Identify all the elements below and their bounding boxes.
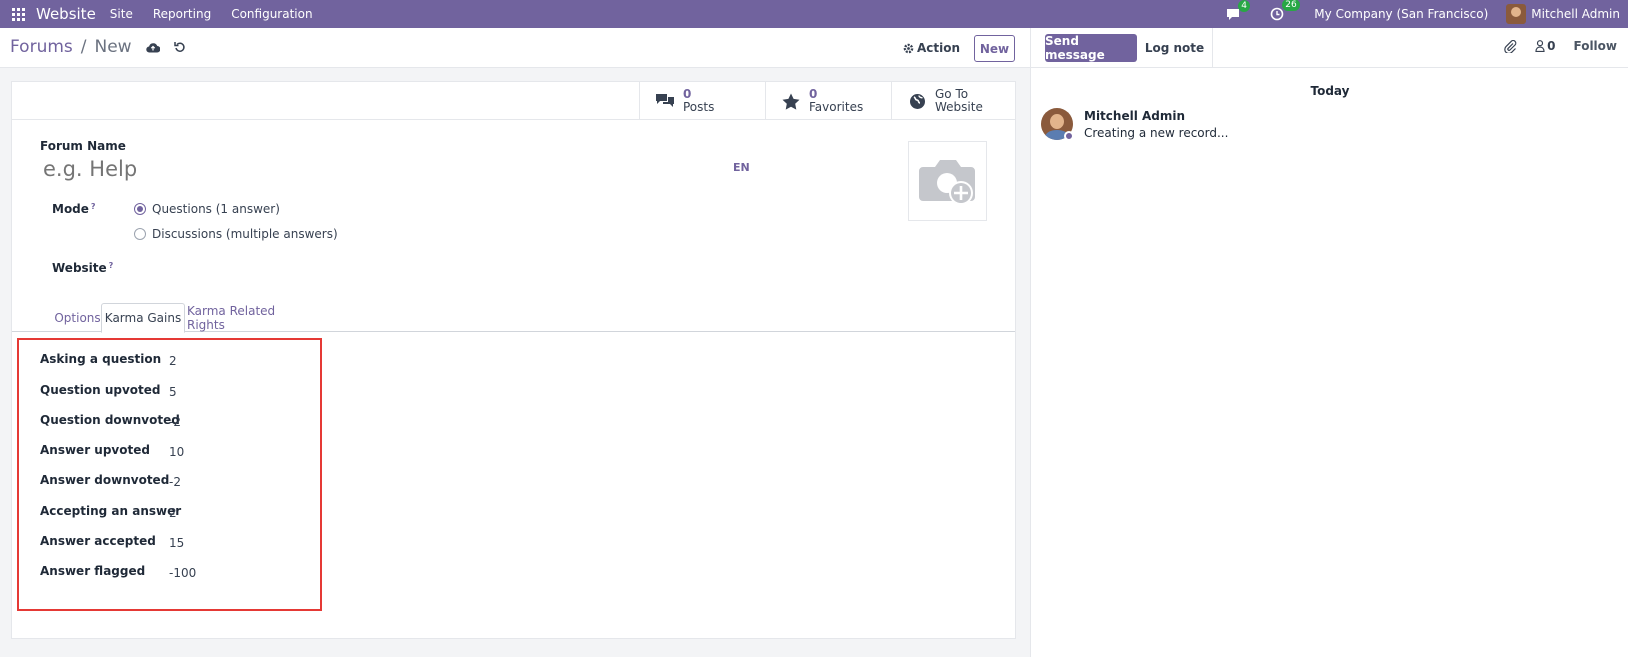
go-to-label: Go To <box>935 87 969 101</box>
menu-configuration[interactable]: Configuration <box>231 7 312 21</box>
activities-badge: 26 <box>1282 0 1300 11</box>
forum-image-upload[interactable] <box>908 141 987 221</box>
karma-asking-question-input[interactable]: 2 <box>169 354 177 368</box>
breadcrumb: Forums / New <box>10 37 186 57</box>
karma-answer-downvoted-input[interactable]: -2 <box>169 475 181 489</box>
forum-name-input[interactable] <box>43 157 723 181</box>
online-status-dot <box>1064 131 1074 141</box>
tab-karma-related-rights[interactable]: Karma Related Rights <box>187 303 311 332</box>
chatter-actions: 0 Follow <box>1504 39 1617 53</box>
mode-option-questions-label: Questions (1 answer) <box>152 202 280 216</box>
followers-button[interactable]: 0 <box>1535 39 1555 53</box>
star-icon <box>780 93 802 110</box>
tab-karma-gains[interactable]: Karma Gains <box>101 303 185 333</box>
save-cloud-icon[interactable] <box>145 42 160 53</box>
karma-answer-flagged-label: Answer flagged <box>40 564 146 578</box>
comments-icon <box>654 93 676 109</box>
message-body: Creating a new record... <box>1084 126 1229 140</box>
karma-answer-upvoted-input[interactable]: 10 <box>169 445 184 459</box>
form-sheet: 0 Posts 0 Favorites Go To Website Forum Nam… <box>11 81 1016 639</box>
user-menu[interactable]: Mitchell Admin <box>1506 4 1620 24</box>
chatter-panel: Send message Log note 0 Follow Today Mit… <box>1030 28 1628 657</box>
breadcrumb-current: New <box>94 37 132 57</box>
mode-option-questions[interactable]: Questions (1 answer) <box>134 202 280 216</box>
form-view: 0 Posts 0 Favorites Go To Website Forum Nam… <box>0 68 1030 657</box>
date-separator: Today <box>1310 84 1350 98</box>
radio-unselected[interactable] <box>134 228 146 240</box>
karma-answer-flagged-input[interactable]: -100 <box>169 566 196 580</box>
breadcrumb-separator: / <box>80 37 87 57</box>
go-to-website-button[interactable]: Go To Website <box>891 82 1017 120</box>
posts-label: Posts <box>683 100 715 114</box>
website-help-icon[interactable]: ? <box>109 261 114 270</box>
follow-button[interactable]: Follow <box>1573 39 1617 53</box>
karma-question-upvoted-label: Question upvoted <box>40 383 161 397</box>
user-icon <box>1535 40 1545 52</box>
followers-count: 0 <box>1547 39 1556 53</box>
karma-answer-accepted-input[interactable]: 15 <box>169 536 184 550</box>
karma-question-downvoted-label: Question downvoted <box>40 413 180 427</box>
mode-option-discussions-label: Discussions (multiple answers) <box>152 227 338 241</box>
apps-menu-icon[interactable] <box>0 0 36 28</box>
activities-button[interactable]: 26 <box>1270 0 1300 21</box>
send-message-button[interactable]: Send message <box>1045 34 1137 62</box>
karma-answer-accepted-label: Answer accepted <box>40 534 156 548</box>
radio-selected[interactable] <box>134 203 146 215</box>
messages-badge: 4 <box>1238 0 1251 12</box>
action-button[interactable]: Action <box>903 41 960 55</box>
messages-button[interactable]: 4 <box>1226 0 1251 21</box>
website-label: Website? <box>52 261 114 275</box>
control-panel: Forums / New Action New <box>0 28 1030 68</box>
discard-undo-icon[interactable] <box>173 41 186 53</box>
new-button[interactable]: New <box>974 35 1015 62</box>
karma-question-upvoted-input[interactable]: 5 <box>169 385 177 399</box>
mode-help-icon[interactable]: ? <box>91 202 96 211</box>
favorites-label: Favorites <box>809 100 864 114</box>
menu-site[interactable]: Site <box>110 7 133 21</box>
action-label: Action <box>917 41 961 55</box>
user-name: Mitchell Admin <box>1531 7 1620 21</box>
karma-answer-upvoted-label: Answer upvoted <box>40 443 150 457</box>
add-photo-camera-icon <box>918 160 975 205</box>
karma-accepting-answer-label: Accepting an answer <box>40 504 182 518</box>
top-navbar: Website Site Reporting Configuration 4 2… <box>0 0 1628 28</box>
breadcrumb-forums[interactable]: Forums <box>10 37 73 57</box>
karma-answer-downvoted-label: Answer downvoted <box>40 473 170 487</box>
user-avatar <box>1506 4 1527 24</box>
karma-asking-question-label: Asking a question <box>40 352 162 366</box>
clock-icon <box>1270 7 1284 21</box>
smart-button-box: 0 Posts 0 Favorites Go To Website <box>12 82 1015 120</box>
message-author[interactable]: Mitchell Admin <box>1084 109 1185 123</box>
posts-smart-button[interactable]: 0 Posts <box>639 82 765 120</box>
website-label: Website <box>935 100 983 114</box>
app-name[interactable]: Website <box>36 5 96 23</box>
attachment-paperclip-icon[interactable] <box>1504 39 1517 53</box>
company-switcher[interactable]: My Company (San Francisco) <box>1314 7 1488 21</box>
karma-accepting-answer-input[interactable]: 2 <box>169 506 177 520</box>
mode-label: Mode? <box>52 202 96 216</box>
menu-reporting[interactable]: Reporting <box>153 7 211 21</box>
log-note-button[interactable]: Log note <box>1137 28 1213 67</box>
gear-icon <box>903 43 914 53</box>
favorites-smart-button[interactable]: 0 Favorites <box>765 82 891 120</box>
language-toggle[interactable]: EN <box>733 161 750 174</box>
karma-question-downvoted-input[interactable]: -2 <box>169 415 181 429</box>
chatter-topbar: Send message Log note 0 Follow <box>1031 28 1628 68</box>
notebook-tabs: Options Karma Gains Karma Related Rights <box>12 303 1015 333</box>
mode-option-discussions[interactable]: Discussions (multiple answers) <box>134 227 338 241</box>
forum-name-label: Forum Name <box>40 139 126 153</box>
globe-icon <box>906 93 928 110</box>
